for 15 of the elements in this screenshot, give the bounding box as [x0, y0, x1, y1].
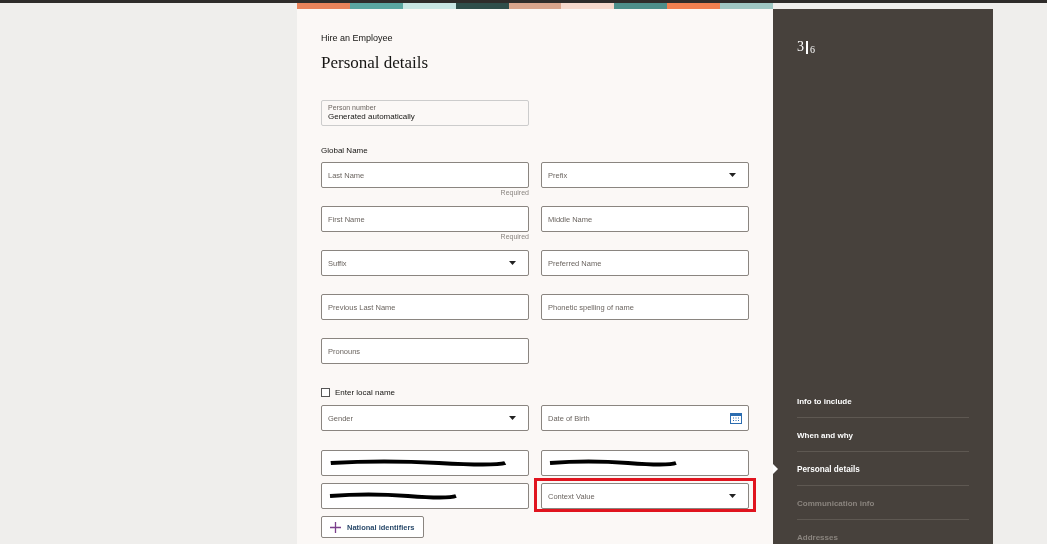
redacted-field[interactable]	[541, 450, 749, 476]
checkbox[interactable]	[321, 388, 330, 397]
page-title: Personal details	[321, 53, 430, 73]
caret-icon	[729, 494, 736, 498]
caret-icon	[729, 173, 736, 177]
breadcrumb: Hire an Employee	[321, 33, 394, 43]
caret-icon	[509, 261, 516, 265]
redacted-field[interactable]	[321, 483, 529, 509]
section-label: Global Name	[321, 146, 369, 155]
caret-icon	[509, 416, 516, 420]
checkbox-label: Enter local name	[335, 388, 396, 397]
step-counter: 3 6	[797, 39, 815, 55]
plus-icon	[330, 521, 341, 533]
redacted-field[interactable]	[321, 450, 529, 476]
calendar-icon	[730, 412, 742, 424]
